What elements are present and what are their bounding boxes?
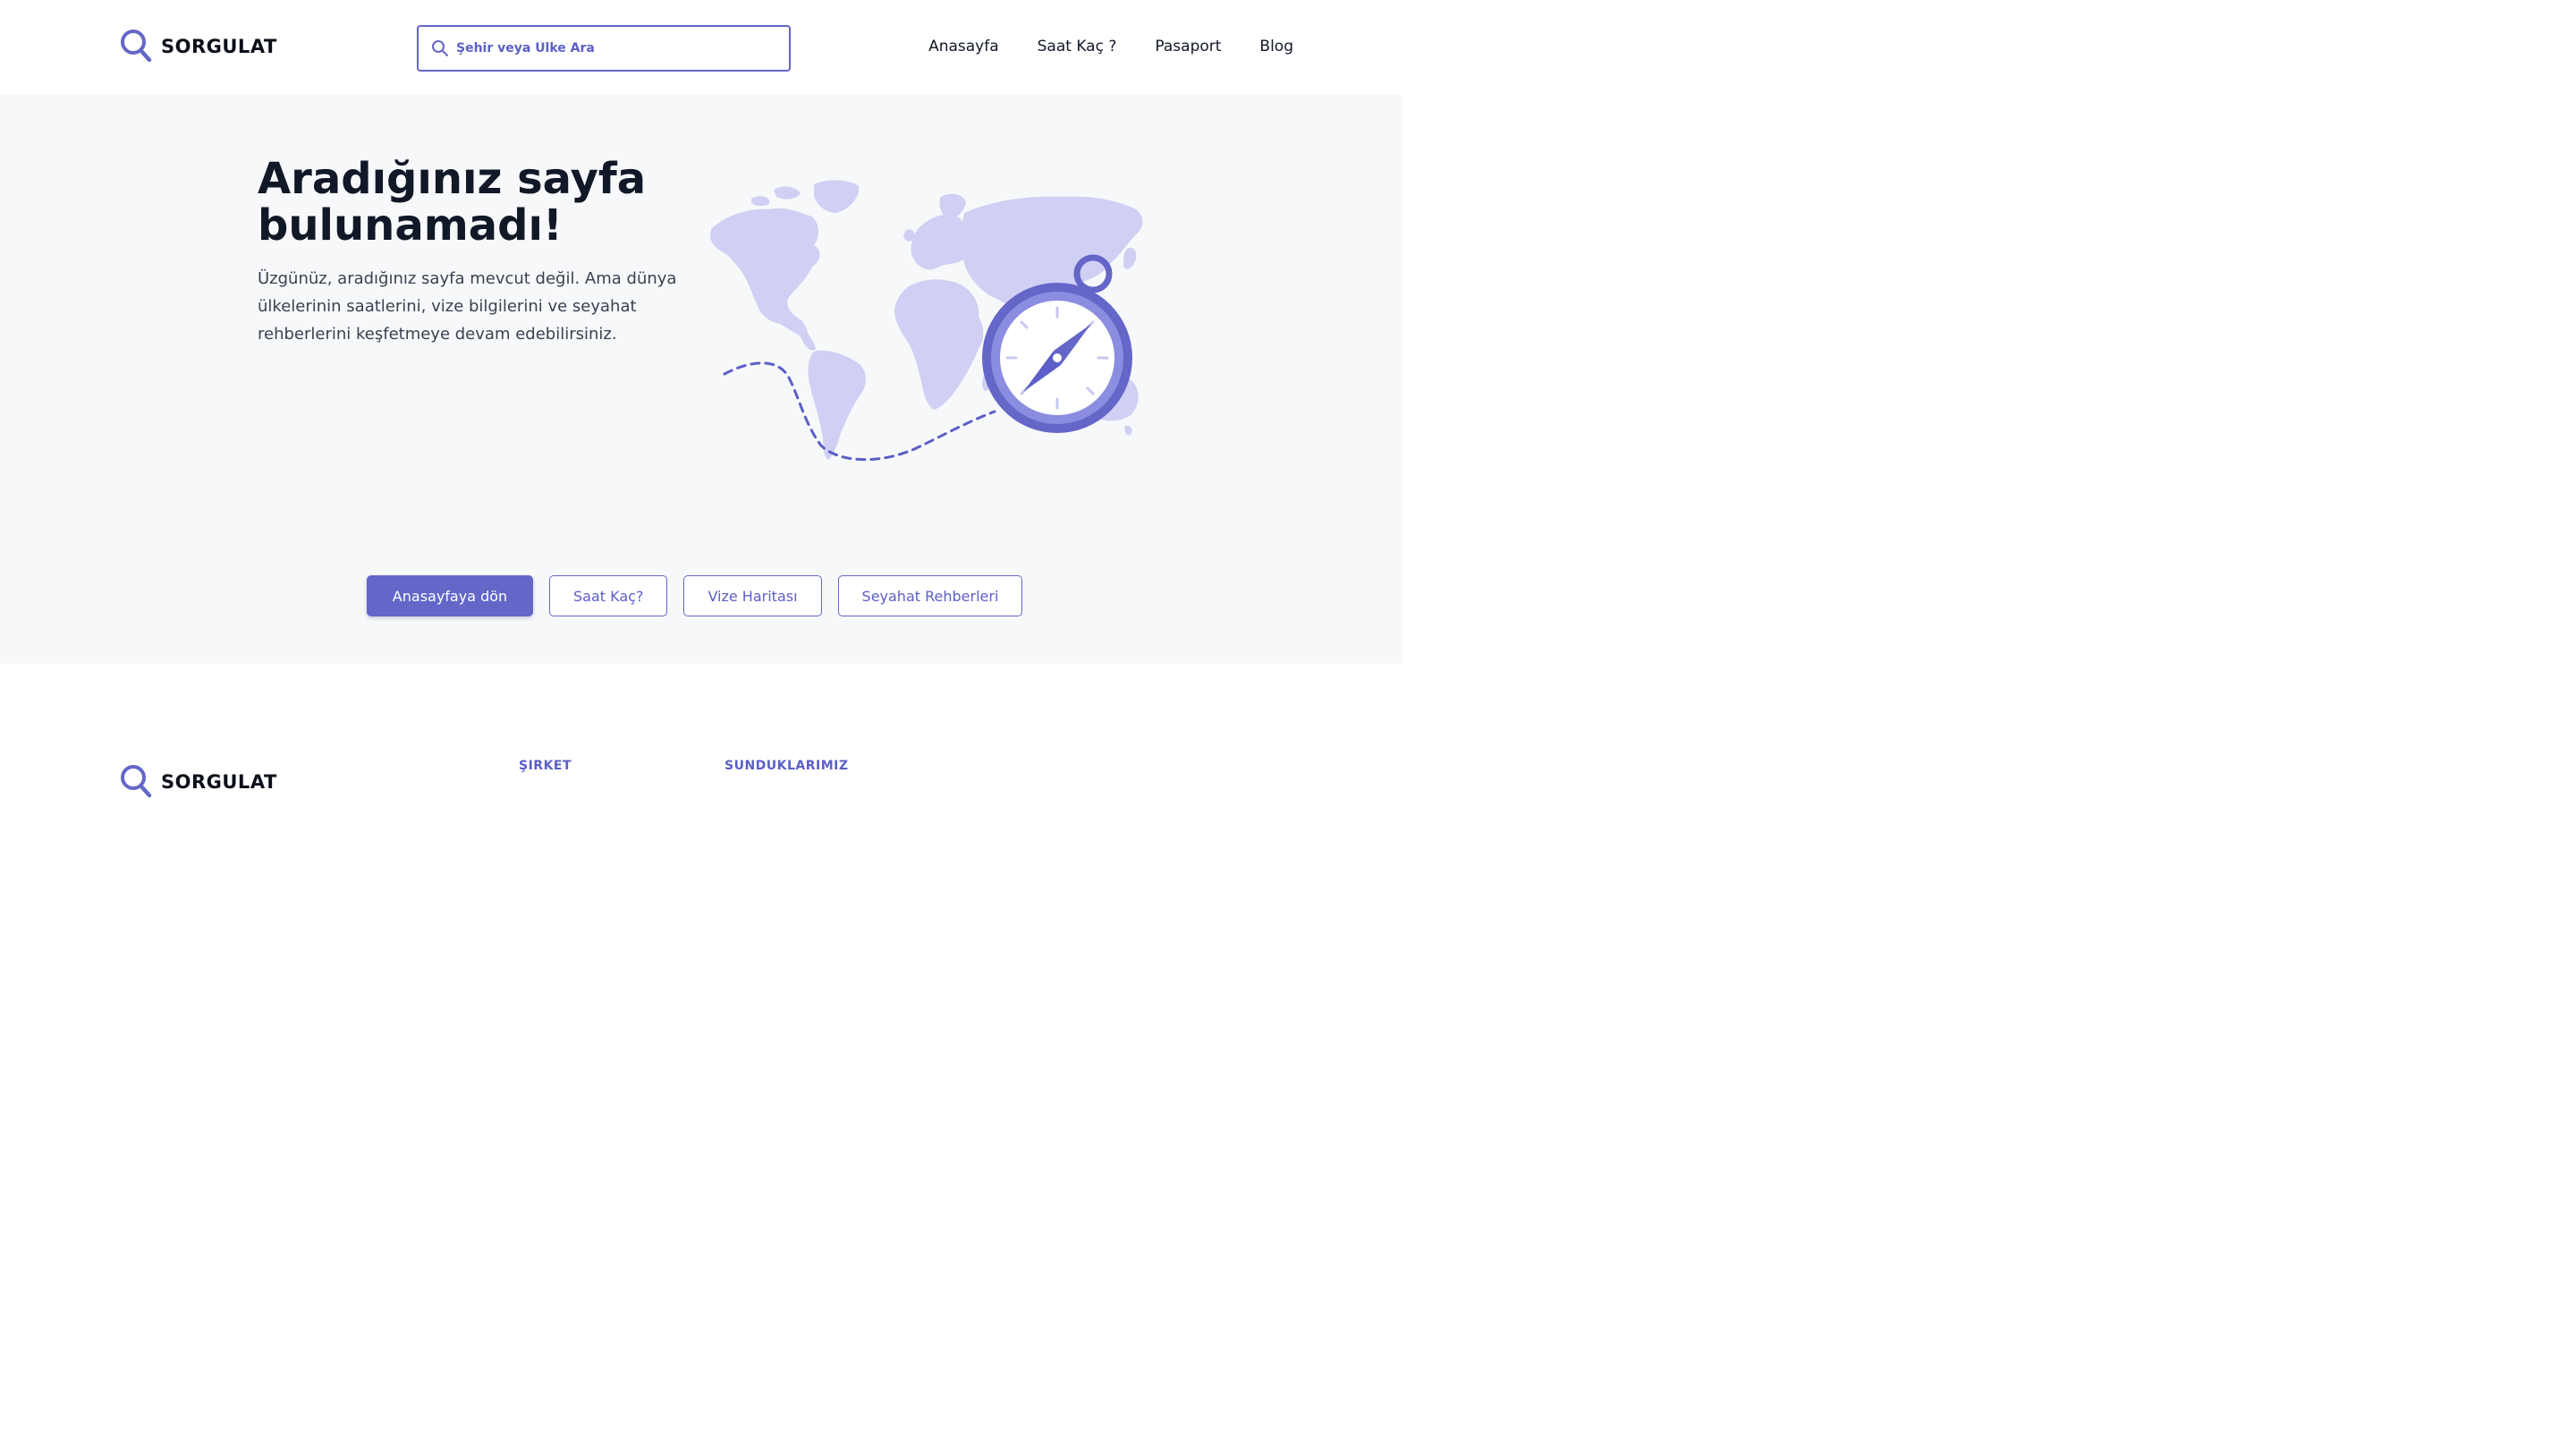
nav-blog[interactable]: Blog [1259,38,1293,55]
magnifier-icon [120,29,154,64]
brand-name: SORGULAT [161,36,277,57]
site-logo[interactable]: SORGULAT [120,29,277,64]
footer-brand-name: SORGULAT [161,771,277,793]
nav-passport[interactable]: Pasaport [1155,38,1221,55]
page-title: Aradığınız sayfa bulunamadı! [258,154,647,251]
travel-guides-button[interactable]: Seyahat Rehberleri [837,575,1023,616]
time-button[interactable]: Saat Kaç? [549,575,668,616]
magnifier-icon [120,764,154,800]
main-nav: Anasayfa Saat Kaç ? Pasaport Blog [928,38,1293,55]
action-buttons: Anasayfaya dön Saat Kaç? Vize Haritası S… [367,575,1023,616]
home-button[interactable]: Anasayfaya dön [367,575,533,616]
footer-offerings-heading: SUNDUKLARIMIZ [724,759,849,773]
search-input[interactable] [456,41,760,55]
search-box[interactable] [417,25,791,72]
nav-home[interactable]: Anasayfa [928,38,999,55]
footer-company-heading: ŞIRKET [519,759,572,773]
footer-logo[interactable]: SORGULAT [120,764,277,800]
site-footer: SORGULAT ŞIRKET SUNDUKLARIMIZ [0,664,1402,798]
page-description: Üzgünüz, aradığınız sayfa mevcut değil. … [258,269,677,344]
search-icon [431,39,449,57]
world-map-compass-illustration [707,174,1154,469]
visa-map-button[interactable]: Vize Haritası [683,575,822,616]
site-header: SORGULAT Anasayfa Saat Kaç ? Pasaport Bl… [0,0,1402,95]
nav-time[interactable]: Saat Kaç ? [1038,38,1117,55]
not-found-hero: Aradığınız sayfa bulunamadı! Üzgünüz, ar… [0,95,1402,664]
